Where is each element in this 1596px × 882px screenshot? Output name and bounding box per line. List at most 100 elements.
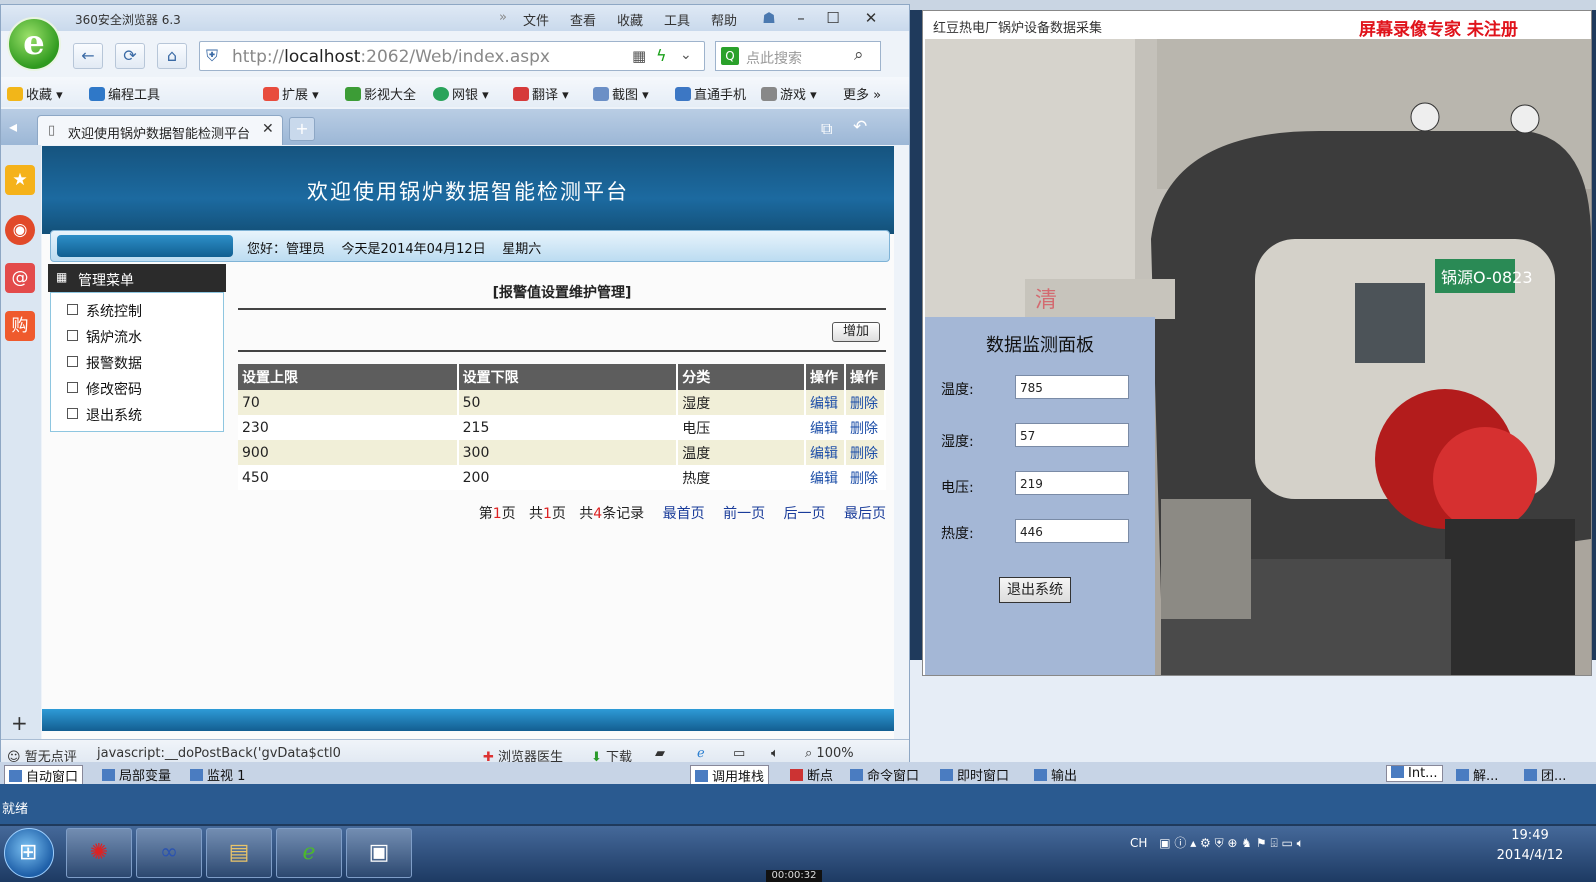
star-icon[interactable]: ★ [5, 165, 35, 195]
ie-mode-icon[interactable]: ℯ [697, 746, 705, 761]
home-icon[interactable]: ⌂ [157, 43, 187, 69]
skin-icon[interactable]: ☗ [755, 7, 783, 29]
tab-watch[interactable]: 监视 1 [190, 765, 245, 784]
form-app-icon[interactable]: ▣ [346, 828, 412, 878]
clock[interactable]: 19:49 2014/4/12 [1490, 826, 1570, 866]
menu-favorites[interactable]: 收藏 [617, 10, 643, 29]
pager-page: 第1页 [478, 506, 516, 522]
menu-overflow-icon[interactable]: » [499, 10, 507, 25]
bookmark-devtools[interactable]: 编程工具 [89, 84, 160, 103]
minimize-button[interactable]: – [787, 7, 815, 29]
humidity-field[interactable]: 57 [1015, 423, 1129, 447]
visual-studio-icon[interactable]: ∞ [136, 828, 202, 878]
delete-link[interactable]: 删除 [850, 471, 878, 487]
edit-link[interactable]: 编辑 [810, 396, 838, 412]
sidebar-toggle-icon[interactable]: ◂ [9, 117, 17, 136]
delete-link[interactable]: 删除 [850, 421, 878, 437]
menu-help[interactable]: 帮助 [711, 10, 737, 29]
edit-link[interactable]: 编辑 [810, 471, 838, 487]
dropdown-icon[interactable]: ⌄ [680, 47, 692, 63]
pager-last[interactable]: 最后页 [844, 506, 886, 522]
browser-sidebar: ★ ◉ @ 购 + [1, 145, 41, 781]
tab-breakpoints[interactable]: 断点 [790, 765, 833, 784]
tray-icons[interactable]: ▣ ⓘ ▴ ⚙ ⛨ ⊕ ♞ ⚑ ⌹ ▭ 🔈︎ [1159, 836, 1304, 850]
new-tab-icon[interactable]: + [289, 117, 315, 141]
temp-field[interactable]: 785 [1015, 375, 1129, 399]
menu-view[interactable]: 查看 [570, 10, 596, 29]
recorder-watermark: 屏幕录像专家 未注册 [1359, 20, 1518, 40]
bookmark-translate[interactable]: 翻译 ▾ [513, 84, 569, 103]
undo-close-icon[interactable]: ↶ [853, 117, 867, 137]
bookmark-screenshot[interactable]: 截图 ▾ [593, 84, 649, 103]
tab-main[interactable]: ▯ 欢迎使用锅炉数据智能检测平台 ✕ [37, 115, 283, 145]
browser-task-icon[interactable]: ℯ [276, 828, 342, 878]
zoom-level[interactable]: ⌕ 100% [805, 746, 854, 761]
weibo-icon[interactable]: ◉ [5, 215, 35, 245]
recorder-app-icon[interactable]: ✺ [66, 828, 132, 878]
tab-autos[interactable]: 自动窗口 [4, 765, 84, 786]
menu-item-boiler-log[interactable]: 锅炉流水 [67, 327, 142, 347]
tab-command[interactable]: 命令窗口 [850, 765, 919, 784]
mail-icon[interactable]: @ [5, 263, 35, 293]
edit-link[interactable]: 编辑 [810, 446, 838, 462]
cell-lower: 215 [457, 415, 679, 440]
alarm-table: 设置上限 设置下限 分类 操作 操作 70 50 湿度 编辑 删除 230 21… [238, 364, 886, 490]
menu-file[interactable]: 文件 [523, 10, 549, 29]
search-icon[interactable]: ⌕ [854, 45, 864, 65]
tab-call-stack[interactable]: 调用堆栈 [690, 765, 770, 786]
close-button[interactable]: ✕ [857, 7, 885, 29]
table-header-row: 设置上限 设置下限 分类 操作 操作 [238, 364, 885, 390]
sidebar-add-icon[interactable]: + [11, 711, 28, 735]
grid-icon: ▦ [56, 270, 68, 284]
delete-link[interactable]: 删除 [850, 446, 878, 462]
window-icon[interactable]: ▭ [733, 746, 745, 761]
pager-prev[interactable]: 前一页 [723, 506, 765, 522]
bookmark-more[interactable]: 更多 » [843, 84, 881, 103]
address-bar[interactable]: ⛨ http://localhost:2062/Web/index.aspx ▦… [199, 41, 705, 71]
add-button[interactable]: 增加 [832, 322, 880, 342]
shopping-icon[interactable]: 购 [5, 311, 35, 341]
bookmark-extensions[interactable]: 扩展 ▾ [263, 84, 319, 103]
start-button[interactable]: ⊞ [4, 828, 54, 878]
bookmark-bank[interactable]: 网银 ▾ [433, 84, 489, 103]
tab-label: 欢迎使用锅炉数据智能检测平台 [68, 127, 251, 142]
col-lower: 设置下限 [457, 364, 679, 390]
back-icon[interactable]: ← [73, 43, 103, 69]
heat-field[interactable]: 446 [1015, 519, 1129, 543]
tab-output[interactable]: 输出 [1034, 765, 1077, 784]
menu-item-change-password[interactable]: 修改密码 [67, 379, 142, 399]
menu-item-system-control[interactable]: 系统控制 [67, 301, 142, 321]
exit-button[interactable]: 退出系统 [999, 577, 1071, 603]
bookmark-favorites[interactable]: 收藏 ▾ [7, 84, 63, 103]
maximize-button[interactable]: ☐ [819, 7, 847, 29]
delete-link[interactable]: 删除 [850, 396, 878, 412]
search-input[interactable]: 点此搜索 [746, 48, 802, 68]
refresh-icon[interactable]: ⟳ [115, 43, 145, 69]
search-box[interactable]: Q 点此搜索 ⌕ [715, 41, 881, 71]
menu-item-logout[interactable]: 退出系统 [67, 405, 142, 425]
menu-item-alarm-data[interactable]: 报警数据 [67, 353, 142, 373]
edit-link[interactable]: 编辑 [810, 421, 838, 437]
pager-first[interactable]: 最首页 [663, 506, 705, 522]
pager-next[interactable]: 后一页 [784, 506, 826, 522]
tabs-overview-icon[interactable]: ⧉ [821, 119, 832, 139]
tab-close-icon[interactable]: ✕ [262, 121, 274, 137]
lightning-icon[interactable]: ϟ [656, 46, 667, 65]
tab-team[interactable]: 团... [1524, 765, 1566, 784]
folder-icon[interactable]: ▤ [206, 828, 272, 878]
lang-indicator[interactable]: CH [1130, 836, 1147, 850]
voltage-field[interactable]: 219 [1015, 471, 1129, 495]
tab-immediate[interactable]: 即时窗口 [940, 765, 1009, 784]
bookmark-phone[interactable]: 直通手机 [675, 84, 746, 103]
tab-solution[interactable]: 解... [1456, 765, 1498, 784]
volume-icon[interactable]: 🔈︎ [771, 746, 779, 761]
web-page: 欢迎使用锅炉数据智能检测平台 您好：管理员 今天是2014年04月12日 星期六… [42, 146, 894, 739]
ad-filter-icon[interactable]: ▰ [655, 746, 665, 761]
tab-int[interactable]: Int... [1386, 765, 1443, 782]
bookmark-games[interactable]: 游戏 ▾ [761, 84, 817, 103]
bookmark-video[interactable]: 影视大全 [345, 84, 416, 103]
search-engine-icon[interactable]: Q [721, 47, 739, 65]
qrcode-icon[interactable]: ▦ [632, 47, 646, 65]
menu-tools[interactable]: 工具 [664, 10, 690, 29]
tab-locals[interactable]: 局部变量 [102, 765, 171, 784]
